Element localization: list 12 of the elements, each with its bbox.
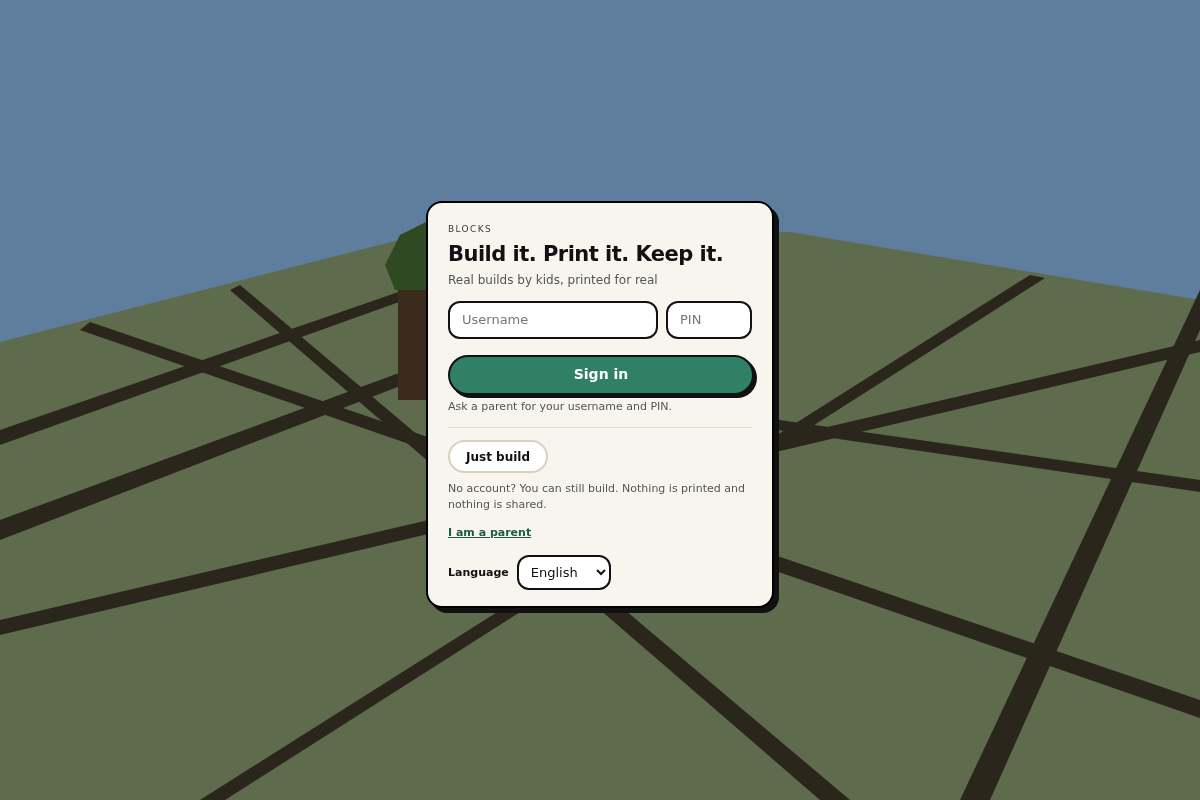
pin-field[interactable]: PIN — [666, 300, 752, 339]
heading: Build it. Print it. Keep it. — [448, 240, 725, 267]
sign-in-button[interactable]: Sign in — [448, 354, 754, 395]
language-label: Language — [448, 564, 509, 581]
parent-link[interactable]: I am a parent — [448, 525, 532, 542]
just-build-button[interactable]: Just build — [448, 440, 548, 474]
language-select[interactable]: English — [516, 555, 611, 591]
brand-label: BLOCKS — [448, 223, 493, 236]
subtitle: Real builds by kids, printed for real — [448, 271, 659, 289]
help-text: Ask a parent for your username and PIN. — [448, 398, 674, 415]
guest-note: No account? You can still build. Nothing is printed and nothing is shared. — [448, 481, 746, 514]
username-field[interactable]: Username — [448, 300, 658, 339]
